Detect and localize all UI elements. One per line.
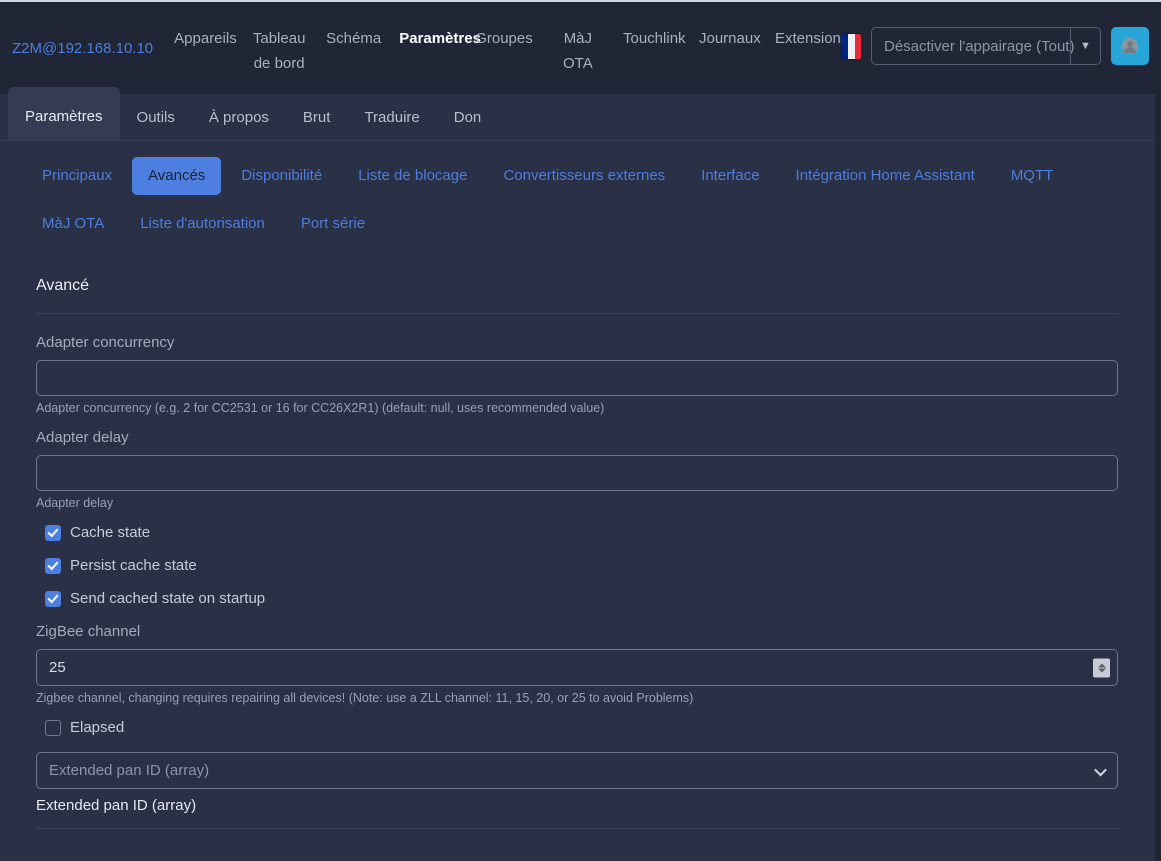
subtab-mqtt[interactable]: MQTT (995, 157, 1070, 195)
navbar-right-controls: Désactiver l'appairage (Tout) ▼ (842, 2, 1161, 65)
zigbee-channel-input[interactable]: 25 (36, 649, 1118, 686)
extended-pan-id-help: Extended pan ID (array) (36, 797, 1119, 814)
field-adapter-concurrency: Adapter concurrency Adapter concurrency … (36, 334, 1119, 415)
field-elapsed[interactable]: Elapsed (45, 719, 1119, 736)
tab-parametres[interactable]: Paramètres (8, 87, 120, 140)
elapsed-checkbox[interactable] (45, 720, 61, 736)
tab-a-propos[interactable]: À propos (192, 95, 286, 140)
adapter-delay-help: Adapter delay (36, 496, 1119, 510)
settings-subtabs: Principaux Avancés Disponibilité Liste d… (0, 141, 1155, 253)
elapsed-label: Elapsed (70, 719, 124, 736)
cache-state-label: Cache state (70, 524, 150, 541)
permit-join-select[interactable]: Désactiver l'appairage (Tout) ▼ (871, 27, 1101, 65)
form-title: Avancé (36, 277, 1119, 314)
field-persist-cache-state[interactable]: Persist cache state (45, 557, 1119, 574)
tab-don[interactable]: Don (437, 95, 499, 140)
nav-item-parametres[interactable]: Paramètres (390, 26, 466, 51)
extended-pan-id-selected: Extended pan ID (array) (49, 762, 209, 779)
tab-brut[interactable]: Brut (286, 95, 348, 140)
brand-link[interactable]: Z2M@192.168.10.10 (0, 2, 153, 57)
nav-item-appareils[interactable]: Appareils (165, 26, 241, 51)
tab-outils[interactable]: Outils (120, 95, 192, 140)
zigbee-channel-value: 25 (49, 659, 66, 676)
field-extended-pan-id: Extended pan ID (array) Extended pan ID … (36, 752, 1119, 829)
subtab-disponibilite[interactable]: Disponibilité (225, 157, 338, 195)
subtab-integration-home-assistant[interactable]: Intégration Home Assistant (780, 157, 991, 195)
persist-cache-state-checkbox[interactable] (45, 558, 61, 574)
field-cache-state[interactable]: Cache state (45, 524, 1119, 541)
app-root: Z2M@192.168.10.10 Appareils Tableau de b… (0, 0, 1161, 861)
adapter-concurrency-label: Adapter concurrency (36, 334, 1119, 351)
zigbee-channel-label: ZigBee channel (36, 623, 1119, 640)
adapter-delay-label: Adapter delay (36, 429, 1119, 446)
content-panel: Paramètres Outils À propos Brut Traduire… (0, 94, 1155, 861)
circle-avatar-icon (1120, 36, 1140, 56)
adapter-concurrency-help: Adapter concurrency (e.g. 2 for CC2531 o… (36, 401, 1119, 415)
persist-cache-state-label: Persist cache state (70, 557, 197, 574)
number-spinner-icon[interactable] (1093, 658, 1110, 677)
chevron-down-icon[interactable]: ▼ (1070, 28, 1100, 64)
nav-item-schema[interactable]: Schéma (317, 26, 390, 51)
nav-item-touchlink[interactable]: Touchlink (614, 26, 690, 51)
settings-tabs: Paramètres Outils À propos Brut Traduire… (0, 94, 1155, 141)
zigbee-channel-help: Zigbee channel, changing requires repair… (36, 691, 1119, 705)
subtab-liste-de-blocage[interactable]: Liste de blocage (342, 157, 483, 195)
send-cached-state-checkbox[interactable] (45, 591, 61, 607)
subtab-maj-ota[interactable]: MàJ OTA (26, 205, 120, 243)
permit-join-label: Désactiver l'appairage (Tout) (872, 28, 1070, 64)
section-divider (36, 828, 1118, 829)
nav-item-maj-ota[interactable]: MàJ OTA (542, 26, 614, 76)
nav-item-journaux[interactable]: Journaux (690, 26, 766, 51)
extended-pan-id-select[interactable]: Extended pan ID (array) (36, 752, 1118, 789)
top-navbar: Z2M@192.168.10.10 Appareils Tableau de b… (0, 2, 1161, 94)
send-cached-state-label: Send cached state on startup (70, 590, 265, 607)
adapter-delay-input[interactable] (36, 455, 1118, 491)
nav-item-tableau-de-bord[interactable]: Tableau de bord (241, 26, 317, 76)
nav-item-extensions[interactable]: Extensions (766, 26, 842, 51)
subtab-convertisseurs-externes[interactable]: Convertisseurs externes (487, 157, 681, 195)
nav-item-groupes[interactable]: Groupes (466, 26, 542, 51)
cache-state-checkbox[interactable] (45, 525, 61, 541)
subtab-avances[interactable]: Avancés (132, 157, 221, 195)
france-flag-icon[interactable] (842, 34, 861, 59)
chevron-down-icon[interactable] (1094, 763, 1107, 776)
field-send-cached-state-on-startup[interactable]: Send cached state on startup (45, 590, 1119, 607)
subtab-principaux[interactable]: Principaux (26, 157, 128, 195)
subtab-interface[interactable]: Interface (685, 157, 775, 195)
subtab-port-serie[interactable]: Port série (285, 205, 381, 243)
navbar-items: Appareils Tableau de bord Schéma Paramèt… (165, 2, 842, 76)
theme-toggle-button[interactable] (1111, 27, 1149, 65)
field-zigbee-channel: ZigBee channel 25 Zigbee channel, changi… (36, 623, 1119, 705)
field-adapter-delay: Adapter delay Adapter delay (36, 429, 1119, 510)
subtab-liste-autorisation[interactable]: Liste d'autorisation (124, 205, 281, 243)
adapter-concurrency-input[interactable] (36, 360, 1118, 396)
advanced-settings-form: Avancé Adapter concurrency Adapter concu… (0, 253, 1155, 829)
tab-traduire[interactable]: Traduire (347, 95, 436, 140)
